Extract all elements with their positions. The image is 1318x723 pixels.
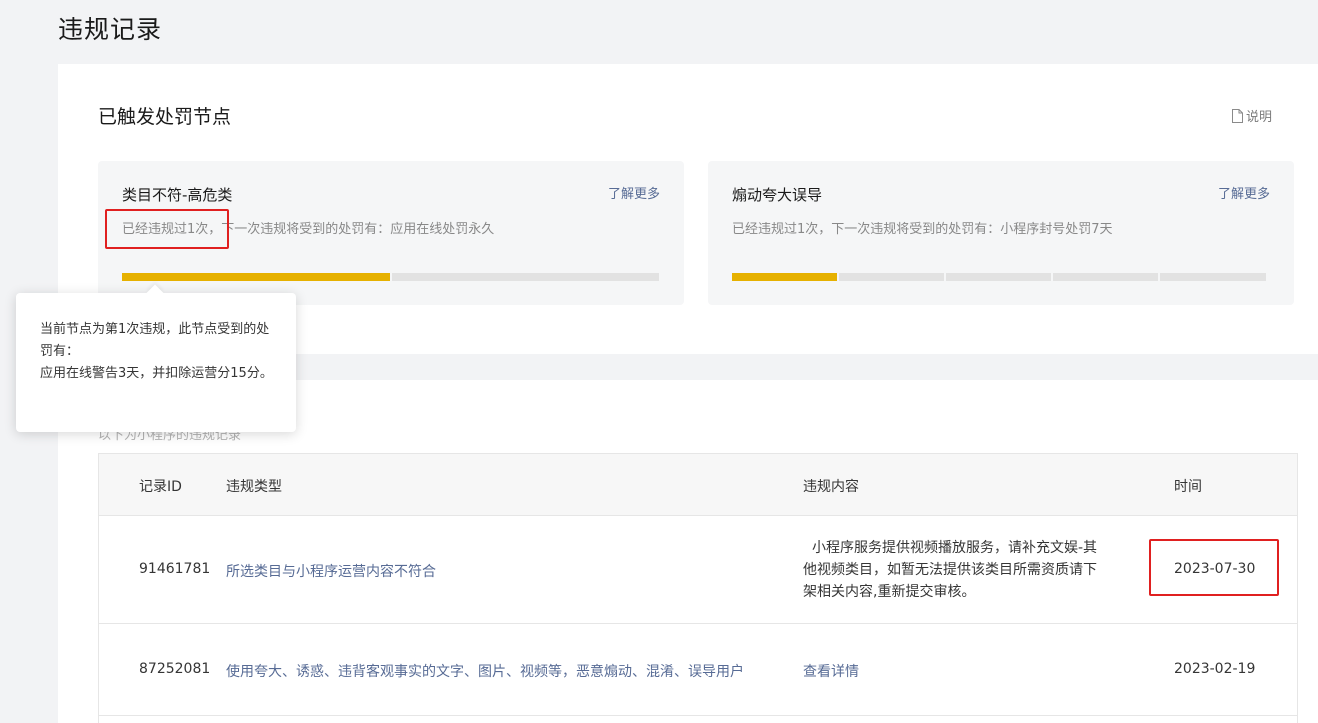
card-title: 煽动夸大误导 — [732, 186, 823, 204]
table-row — [99, 716, 1297, 723]
highlight-box — [105, 209, 229, 249]
penalty-tooltip: 当前节点为第1次违规，此节点受到的处罚有： 应用在线警告3天，并扣除运营分15分… — [16, 284, 296, 432]
record-id: 87252081 — [139, 661, 211, 677]
violation-content: 小程序服务提供视频播放服务，请补充文娱-其他视频类目，如暂无法提供该类目所需资质… — [803, 540, 1098, 600]
column-header-time: 时间 — [1174, 479, 1202, 495]
progress-segment[interactable] — [122, 273, 390, 281]
view-details-link[interactable]: 查看详情 — [803, 661, 859, 681]
column-header-id: 记录ID — [139, 479, 182, 495]
section-title: 已触发处罚节点 — [98, 106, 232, 128]
penalty-progress — [732, 273, 1266, 281]
document-icon — [1231, 108, 1243, 123]
record-id: 91461781 — [139, 561, 211, 577]
record-time: 2023-02-19 — [1174, 661, 1256, 677]
violation-type-link[interactable]: 所选类目与小程序运营内容不符合 — [226, 561, 436, 581]
highlight-box — [1149, 539, 1279, 596]
progress-segment[interactable] — [839, 273, 944, 281]
column-header-content: 违规内容 — [803, 479, 859, 495]
explain-label: 说明 — [1245, 110, 1272, 125]
explain-button[interactable]: 说明 — [1231, 106, 1272, 125]
progress-segment[interactable] — [392, 273, 659, 281]
progress-segment[interactable] — [732, 273, 837, 281]
tooltip-text: 当前节点为第1次违规，此节点受到的处罚有： 应用在线警告3天，并扣除运营分15分… — [40, 322, 273, 381]
penalty-card: 煽动夸大误导 了解更多 已经违规过1次，下一次违规将受到的处罚有：小程序封号处罚… — [708, 161, 1294, 305]
progress-segment[interactable] — [946, 273, 1051, 281]
records-table: 记录ID 违规类型 违规内容 时间 91461781 所选类目与小程序运营内容不… — [98, 453, 1298, 723]
violation-type-link[interactable]: 使用夸大、诱惑、违背客观事实的文字、图片、视频等，恶意煽动、混淆、误导用户 — [226, 661, 744, 681]
card-title: 类目不符-高危类 — [122, 186, 233, 204]
progress-segment[interactable] — [1053, 273, 1158, 281]
learn-more-link[interactable]: 了解更多 — [1218, 183, 1270, 202]
table-row: 91461781 所选类目与小程序运营内容不符合 小程序服务提供视频播放服务，请… — [99, 516, 1297, 624]
card-description: 已经违规过1次，下一次违规将受到的处罚有：小程序封号处罚7天 — [732, 222, 1113, 237]
page-title: 违规记录 — [58, 15, 163, 44]
progress-segment[interactable] — [1160, 273, 1266, 281]
column-header-type: 违规类型 — [226, 479, 282, 495]
table-header: 记录ID 违规类型 违规内容 时间 — [99, 454, 1297, 516]
table-row: 87252081 使用夸大、诱惑、违背客观事实的文字、图片、视频等，恶意煽动、混… — [99, 624, 1297, 716]
penalty-progress — [122, 273, 659, 281]
learn-more-link[interactable]: 了解更多 — [608, 183, 660, 202]
